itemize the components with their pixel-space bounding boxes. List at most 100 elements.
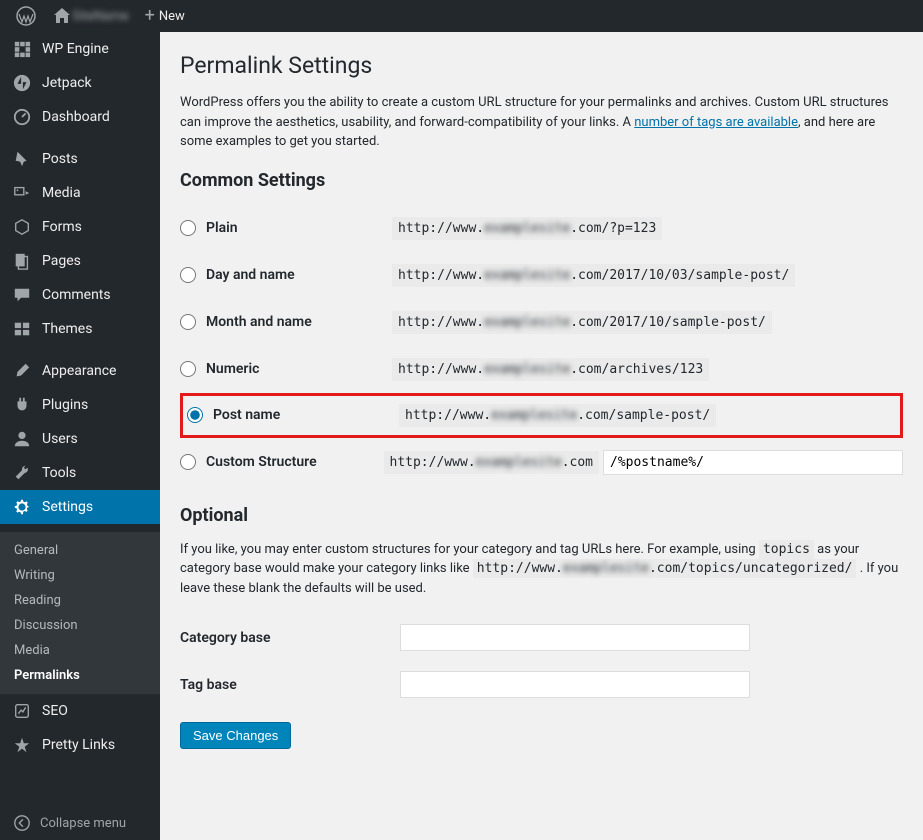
home-icon [52, 6, 72, 26]
sidebar-item-plugins[interactable]: Plugins [0, 388, 160, 422]
permalink-radio-plain[interactable] [180, 220, 196, 236]
wordpress-icon [16, 6, 36, 26]
pin-icon [12, 150, 32, 168]
collapse-menu[interactable]: Collapse menu [0, 806, 160, 840]
sidebar-item-comments[interactable]: Comments [0, 278, 160, 312]
collapse-label: Collapse menu [40, 816, 126, 831]
sidebar-item-label: Appearance [42, 363, 116, 379]
permalink-option-custom: Custom Structure http://www.examplesite.c… [180, 438, 903, 487]
sidebar-item-appearance[interactable]: Appearance [0, 354, 160, 388]
page-title: Permalink Settings [180, 52, 903, 79]
sidebar-item-settings[interactable]: Settings [0, 490, 160, 524]
main-content: Permalink Settings WordPress offers you … [160, 32, 923, 840]
submenu-item-discussion[interactable]: Discussion [0, 613, 160, 638]
permalink-radio-numeric[interactable] [180, 361, 196, 377]
plug-icon [12, 396, 32, 414]
permalink-radio-postname[interactable] [187, 407, 203, 423]
permalink-example-month: http://www.examplesite.com/2017/10/sampl… [392, 311, 772, 334]
sidebar-item-label: Pages [42, 253, 81, 269]
wrench-icon [12, 464, 32, 482]
sidebar-item-seo[interactable]: SEO [0, 694, 160, 728]
media-icon [12, 184, 32, 202]
tags-available-link[interactable]: number of tags are available [634, 115, 798, 130]
category-base-label: Category base [180, 630, 400, 646]
sidebar-item-media[interactable]: Media [0, 176, 160, 210]
permalink-option-plain: Plain http://www.examplesite.com/?p=123 [180, 205, 903, 252]
permalink-example-postname: http://www.examplesite.com/sample-post/ [399, 404, 716, 427]
submenu-item-media[interactable]: Media [0, 638, 160, 663]
sidebar-item-label: Posts [42, 151, 78, 167]
new-content[interactable]: + New [137, 0, 193, 32]
permalink-radio-custom[interactable] [180, 454, 196, 470]
gear-icon [12, 498, 32, 516]
sidebar-item-forms[interactable]: Forms [0, 210, 160, 244]
sidebar-item-label: Comments [42, 287, 111, 303]
tag-base-input[interactable] [400, 671, 750, 698]
permalink-option-day: Day and name http://www.examplesite.com/2… [180, 252, 903, 299]
themes-icon [12, 320, 32, 338]
category-base-input[interactable] [400, 624, 750, 651]
permalink-option-postname: Post name http://www.examplesite.com/samp… [180, 393, 903, 438]
sidebar-item-label: Themes [42, 321, 92, 337]
submenu-item-permalinks[interactable]: Permalinks [0, 663, 160, 688]
tag-base-label: Tag base [180, 677, 400, 693]
permalink-label-month[interactable]: Month and name [180, 314, 380, 330]
star-icon [12, 736, 32, 754]
sidebar-item-dashboard[interactable]: Dashboard [0, 100, 160, 134]
permalink-label-day[interactable]: Day and name [180, 267, 380, 283]
page-intro: WordPress offers you the ability to crea… [180, 93, 903, 152]
sidebar-item-pages[interactable]: Pages [0, 244, 160, 278]
common-settings-heading: Common Settings [180, 170, 903, 191]
dashboard-icon [12, 108, 32, 126]
submenu-item-general[interactable]: General [0, 538, 160, 563]
sidebar-item-label: Media [42, 185, 81, 201]
collapse-icon [12, 814, 32, 832]
sidebar-item-users[interactable]: Users [0, 422, 160, 456]
permalink-option-numeric: Numeric http://www.examplesite.com/archiv… [180, 346, 903, 393]
sidebar-item-themes[interactable]: Themes [0, 312, 160, 346]
sidebar-item-tools[interactable]: Tools [0, 456, 160, 490]
optional-heading: Optional [180, 505, 903, 526]
permalink-radio-month[interactable] [180, 314, 196, 330]
sidebar-item-label: Plugins [42, 397, 88, 413]
permalink-example-numeric: http://www.examplesite.com/archives/123 [392, 358, 709, 381]
seo-icon [12, 702, 32, 720]
jetpack-icon [12, 74, 32, 92]
permalink-label-plain[interactable]: Plain [180, 220, 380, 236]
admin-sidebar: WP Engine Jetpack Dashboard Posts Media Forms… [0, 32, 160, 840]
sidebar-item-wp-engine[interactable]: WP Engine [0, 32, 160, 66]
sidebar-item-label: Pretty Links [42, 737, 115, 753]
sidebar-item-label: Dashboard [42, 109, 110, 125]
new-label: New [159, 9, 185, 24]
wp-logo[interactable] [8, 0, 44, 32]
sidebar-item-pretty-links[interactable]: Pretty Links [0, 728, 160, 762]
permalink-radio-day[interactable] [180, 267, 196, 283]
forms-icon [12, 218, 32, 236]
brush-icon [12, 362, 32, 380]
permalink-example-plain: http://www.examplesite.com/?p=123 [392, 217, 662, 240]
optional-description: If you like, you may enter custom struct… [180, 540, 903, 599]
sidebar-item-label: Jetpack [42, 75, 92, 91]
sidebar-item-label: Settings [42, 499, 93, 515]
save-changes-button[interactable]: Save Changes [180, 722, 291, 749]
permalink-label-postname[interactable]: Post name [187, 407, 387, 423]
permalink-label-numeric[interactable]: Numeric [180, 361, 380, 377]
permalink-option-month: Month and name http://www.examplesite.com… [180, 299, 903, 346]
site-home[interactable]: SiteName [44, 0, 137, 32]
permalink-example-day: http://www.examplesite.com/2017/10/03/sa… [392, 264, 795, 287]
sidebar-item-label: SEO [42, 703, 68, 719]
sidebar-item-label: Tools [42, 465, 76, 481]
sidebar-item-label: Users [42, 431, 78, 447]
sidebar-item-jetpack[interactable]: Jetpack [0, 66, 160, 100]
permalink-label-custom[interactable]: Custom Structure [180, 454, 372, 470]
site-name: SiteName [72, 9, 129, 24]
user-icon [12, 430, 32, 448]
wpengine-icon [12, 40, 32, 58]
submenu-item-writing[interactable]: Writing [0, 563, 160, 588]
page-icon [12, 252, 32, 270]
submenu-item-reading[interactable]: Reading [0, 588, 160, 613]
permalink-custom-prefix: http://www.examplesite.com [384, 451, 600, 474]
comment-icon [12, 286, 32, 304]
sidebar-item-posts[interactable]: Posts [0, 142, 160, 176]
permalink-custom-input[interactable] [603, 450, 903, 475]
